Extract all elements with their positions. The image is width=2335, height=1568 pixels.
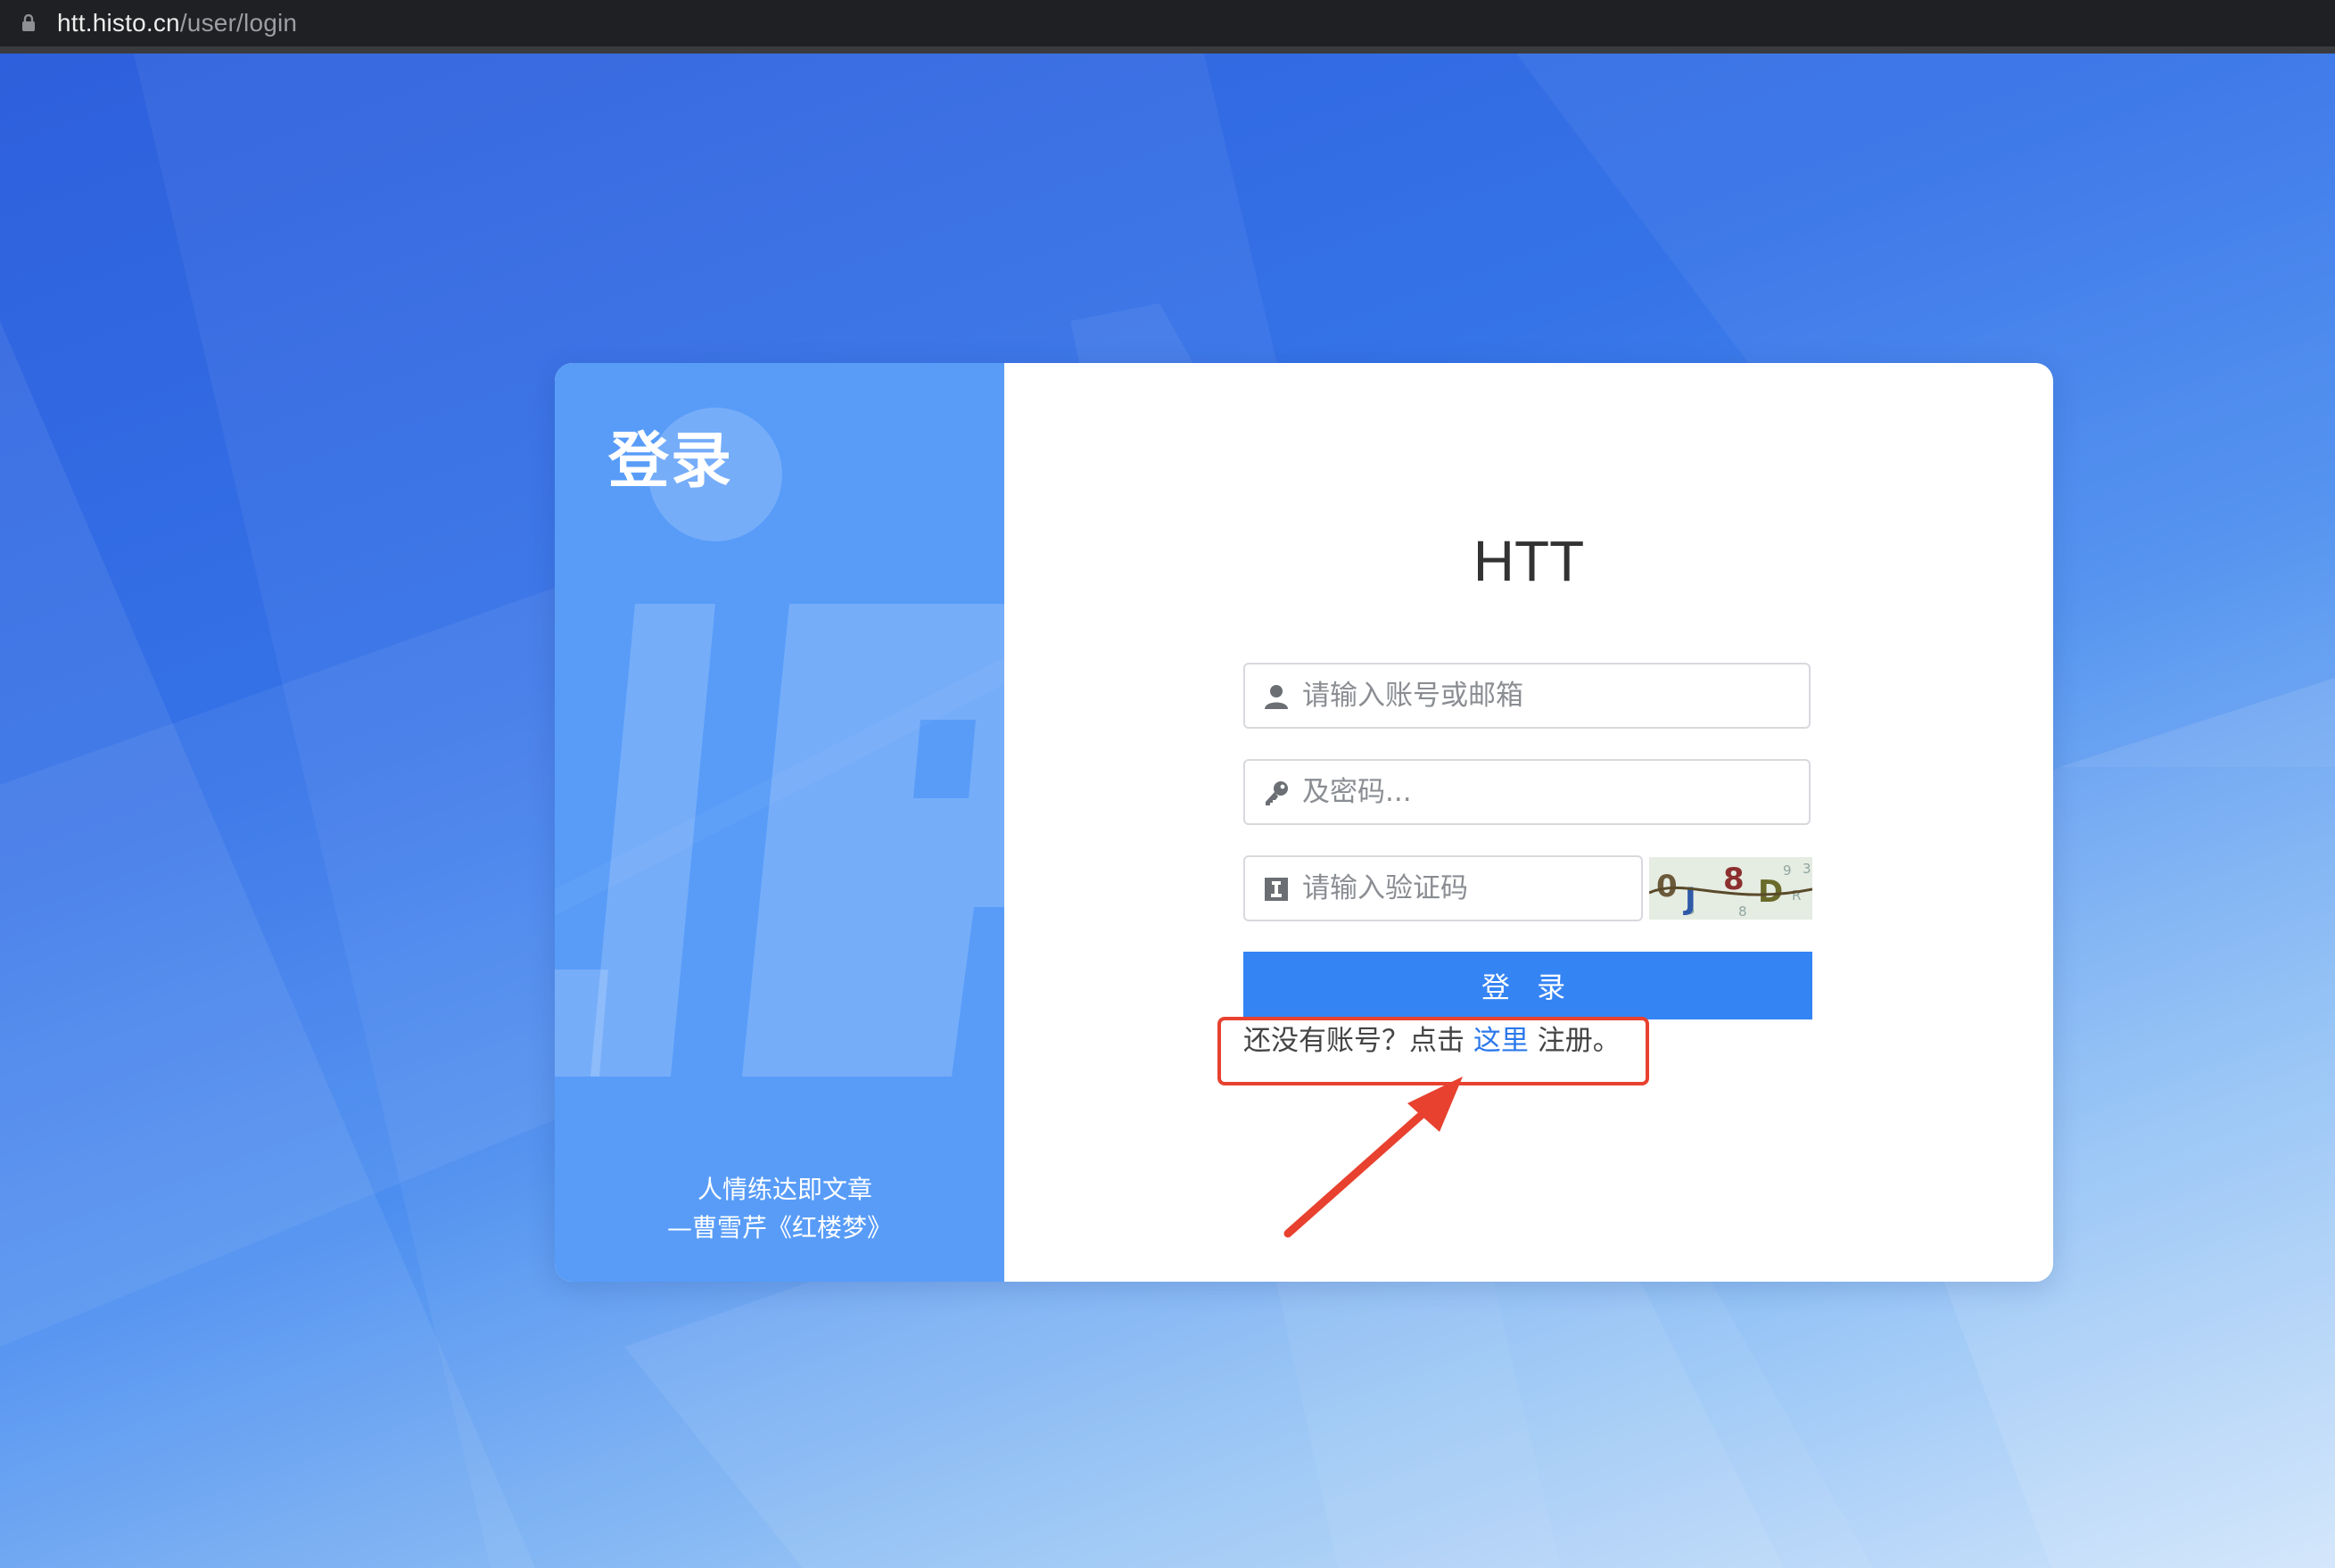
key-icon xyxy=(1266,781,1288,805)
account-input[interactable] xyxy=(1302,664,1802,727)
svg-text:D: D xyxy=(1758,874,1783,910)
captcha-image[interactable]: 9 3 5 8 R 0 J 8 D xyxy=(1649,857,1812,920)
user-icon xyxy=(1265,685,1288,709)
svg-text:3: 3 xyxy=(1803,861,1811,877)
svg-text:J: J xyxy=(1683,881,1696,917)
url-text[interactable]: htt.histo.cn/user/login xyxy=(57,6,297,40)
captcha-graphic: 9 3 5 8 R 0 J 8 D xyxy=(1649,857,1812,920)
login-button[interactable]: 登 录 xyxy=(1243,952,1812,1019)
url-path: /user/login xyxy=(179,9,298,37)
svg-text:8: 8 xyxy=(1738,904,1747,920)
captcha-field[interactable] xyxy=(1243,855,1643,921)
arrow-annotation xyxy=(1283,1077,1463,1238)
url-host: htt.histo.cn xyxy=(57,9,180,37)
account-field[interactable] xyxy=(1243,663,1811,729)
quote-line-1: 人情练达即文章 xyxy=(697,1175,872,1204)
password-field[interactable] xyxy=(1243,759,1811,825)
svg-text:9: 9 xyxy=(1783,862,1792,879)
login-form-panel: HTT 请输入账号或邮箱 请输入验证码 9 3 5 8 R 0 J 8 D 登 … xyxy=(1004,363,2053,1282)
lock-icon xyxy=(22,14,35,31)
login-side-panel: 登录 人情练达即文章 —曹雪芹《红楼梦》 xyxy=(555,363,1004,1282)
captcha-icon xyxy=(1265,878,1288,901)
captcha-input[interactable] xyxy=(1302,857,1632,920)
logo-watermark xyxy=(555,604,1004,1077)
password-input[interactable] xyxy=(1302,761,1802,823)
browser-address-bar: htt.histo.cn/user/login xyxy=(0,0,2335,54)
quote-line-2: —曹雪芹《红楼梦》 xyxy=(666,1213,892,1242)
app-title: HTT xyxy=(1473,529,1585,593)
svg-text:R: R xyxy=(1792,887,1801,904)
panel-title: 登录 xyxy=(608,426,734,497)
